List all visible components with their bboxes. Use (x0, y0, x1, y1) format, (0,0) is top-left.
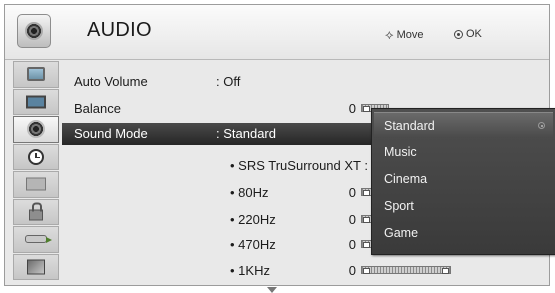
dropdown-option-game[interactable]: Game (374, 220, 553, 246)
dropdown-option-sport[interactable]: Sport (374, 193, 553, 219)
balance-label: Balance (74, 101, 121, 116)
ok-hint-label: OK (466, 28, 482, 40)
eq-80hz-value: 0 (348, 185, 356, 200)
sidebar-item-picture[interactable] (13, 61, 59, 88)
sidebar-item-lock[interactable] (13, 198, 59, 225)
dropdown-option-cinema[interactable]: Cinema (374, 166, 553, 192)
eq-1khz-row[interactable]: • 1KHz 0 (62, 260, 548, 282)
audio-speaker-icon (17, 14, 51, 48)
sidebar-item-time[interactable] (13, 143, 59, 170)
sidebar-item-photo[interactable] (13, 253, 59, 280)
eq-220hz-label: • 220Hz (230, 212, 276, 227)
sound-mode-value: : Standard (216, 126, 276, 141)
move-arrows-icon: ⟡ (385, 27, 394, 42)
eq-470hz-label: • 470Hz (230, 237, 276, 252)
dropdown-option-label: Cinema (384, 172, 428, 186)
sidebar-item-screen[interactable] (13, 88, 59, 115)
eq-1khz-label: • 1KHz (230, 263, 270, 278)
auto-volume-row[interactable]: Auto Volume : Off (62, 71, 548, 93)
dropdown-option-label: Sport (384, 199, 414, 213)
selected-radio-icon (538, 122, 545, 129)
sidebar-item-option[interactable] (13, 171, 59, 198)
sound-mode-dropdown: Standard Music Cinema Sport Game (371, 108, 555, 255)
sidebar-item-input[interactable] (13, 226, 59, 253)
screen-icon (26, 95, 46, 109)
picture-icon (27, 67, 45, 82)
sound-mode-label: Sound Mode (74, 126, 148, 141)
clock-icon (28, 148, 44, 165)
scroll-down-icon[interactable] (267, 287, 277, 293)
photo-icon (27, 259, 45, 275)
input-icon (25, 235, 52, 244)
dropdown-option-music[interactable]: Music (374, 139, 553, 165)
page-title: AUDIO (87, 19, 152, 41)
eq-220hz-value: 0 (348, 212, 356, 227)
category-sidebar (13, 61, 59, 283)
eq-80hz-label: • 80Hz (230, 185, 269, 200)
auto-volume-label: Auto Volume (74, 74, 148, 89)
dropdown-option-label: Music (384, 145, 417, 159)
dropdown-option-label: Standard (384, 119, 435, 133)
ok-button-icon (454, 29, 463, 39)
ok-hint: OK (454, 28, 482, 40)
audio-menu-window: AUDIO ⟡ Move OK Auto Volume : Off Balanc… (4, 4, 555, 293)
eq-1khz-value: 0 (348, 263, 356, 278)
menu-header: AUDIO ⟡ Move OK (5, 5, 549, 60)
auto-volume-value: : Off (216, 74, 241, 89)
move-hint-label: Move (396, 28, 424, 41)
srs-label: • SRS TruSurround XT : Off (230, 158, 389, 173)
eq-1khz-slider[interactable] (361, 266, 451, 274)
dropdown-option-label: Game (384, 226, 419, 240)
move-hint: ⟡ Move (385, 28, 424, 41)
option-icon (26, 177, 46, 191)
audio-icon (27, 120, 45, 139)
eq-470hz-value: 0 (348, 237, 356, 252)
balance-value: 0 (348, 101, 356, 116)
sidebar-item-audio[interactable] (13, 116, 59, 143)
lock-icon (29, 202, 43, 221)
dropdown-option-standard[interactable]: Standard (374, 112, 553, 138)
